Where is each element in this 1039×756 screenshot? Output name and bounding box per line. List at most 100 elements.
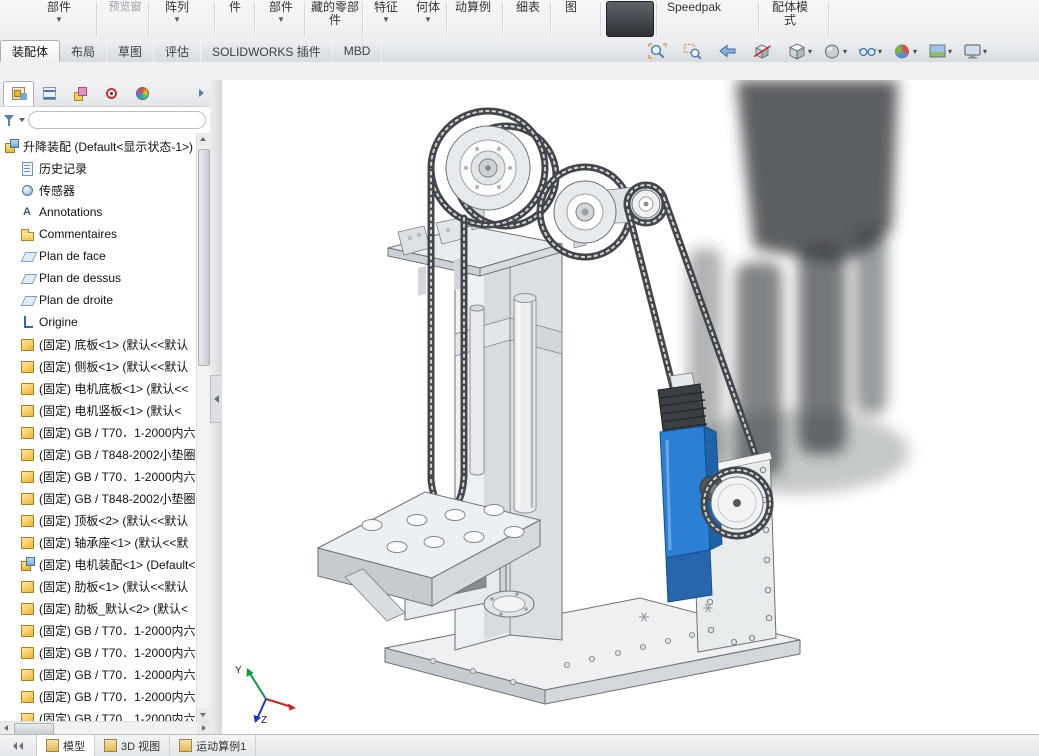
- tree-item[interactable]: (固定) 肋板_默认<2> (默认<: [0, 597, 210, 619]
- tree-item[interactable]: (固定) 电机装配<1> (Default<: [0, 553, 210, 575]
- filter-icon[interactable]: [4, 114, 16, 127]
- tab-displaymanager[interactable]: [127, 81, 158, 106]
- ribbon-button[interactable]: 何体 ▼: [408, 1, 448, 24]
- tab-propertymanager[interactable]: [34, 81, 65, 106]
- tree-item-label: (固定) 顶板<2> (默认<<默认: [39, 512, 188, 529]
- tree-item[interactable]: (固定) 轴承座<1> (默认<<默: [0, 531, 210, 553]
- ribbon-button[interactable]: 预览窗: [102, 1, 148, 15]
- scroll-up-button[interactable]: [197, 133, 209, 146]
- chevron-down-icon: ▼: [366, 15, 406, 24]
- hide-show-items-button[interactable]: ▾: [856, 42, 888, 61]
- tree-item[interactable]: (固定) 底板<1> (默认<<默认: [0, 333, 210, 355]
- tree-item[interactable]: (固定) GB / T70．1-2000内六: [0, 421, 210, 443]
- tree-vertical-scrollbar[interactable]: [196, 133, 210, 721]
- tree-item[interactable]: Origine: [0, 311, 210, 333]
- view-settings-button[interactable]: ▾: [961, 42, 993, 61]
- tree-item[interactable]: 升降装配 (Default<显示状态-1>): [0, 135, 210, 157]
- expand-panel-button[interactable]: [194, 85, 208, 101]
- scroll-left-button[interactable]: [0, 722, 13, 734]
- ribbon-button[interactable]: 动算例: [450, 1, 496, 15]
- statusbar-tab[interactable]: 运动算例1: [170, 735, 256, 756]
- command-tab[interactable]: MBD: [333, 40, 383, 62]
- motion-study-tab-icon: [179, 739, 192, 752]
- statusbar-tab[interactable]: 3D 视图: [95, 735, 170, 756]
- statusbar-tab-label: 3D 视图: [121, 738, 160, 754]
- tree-item[interactable]: Plan de droite: [0, 289, 210, 311]
- filter-input[interactable]: [28, 111, 206, 129]
- display-style-button[interactable]: ▾: [821, 42, 853, 61]
- ribbon-button[interactable]: 件: [220, 1, 250, 15]
- guide-cylinder[interactable]: [514, 294, 536, 514]
- previous-view-button[interactable]: [716, 42, 748, 61]
- command-tab[interactable]: 布局: [60, 40, 107, 62]
- edit-appearance-button[interactable]: ▾: [891, 42, 923, 61]
- part-icon: [20, 711, 35, 722]
- ribbon-button[interactable]: 藏的零部件: [310, 1, 360, 28]
- tree-item[interactable]: 传感器: [0, 179, 210, 201]
- tree-item[interactable]: 历史记录: [0, 157, 210, 179]
- graphics-viewport[interactable]: Y Z: [222, 80, 1039, 735]
- tree-item[interactable]: Annotations: [0, 201, 210, 223]
- tab-featuremanager[interactable]: [3, 81, 34, 106]
- tree-item[interactable]: (固定) GB / T848-2002小垫圈: [0, 443, 210, 465]
- tree-item[interactable]: (固定) GB / T70．1-2000内六: [0, 641, 210, 663]
- tree-item[interactable]: (固定) 肋板<1> (默认<<默认: [0, 575, 210, 597]
- scrollbar-thumb[interactable]: [198, 149, 210, 366]
- ribbon-button-label: 阵列: [154, 1, 200, 14]
- pressed-ribbon-button[interactable]: [606, 1, 654, 37]
- tree-item-label: (固定) 侧板<1> (默认<<默认: [39, 358, 188, 375]
- filter-dropdown-icon[interactable]: [19, 118, 25, 122]
- tree-item[interactable]: (固定) GB / T70．1-2000内六: [0, 663, 210, 685]
- dimxpertmanager-icon: [104, 86, 119, 101]
- ribbon-button[interactable]: Speedpak: [662, 1, 726, 15]
- chevron-down-icon: ▾: [808, 47, 816, 56]
- tree-item[interactable]: Plan de face: [0, 245, 210, 267]
- tree-item[interactable]: Commentaires: [0, 223, 210, 245]
- z-axis-label: Z: [261, 715, 267, 726]
- ribbon-button[interactable]: 特征 ▼: [366, 1, 406, 24]
- tree-item[interactable]: (固定) GB / T70．1-2000内六: [0, 707, 210, 721]
- tree-item[interactable]: (固定) GB / T848-2002小垫圈: [0, 487, 210, 509]
- tree-item[interactable]: Plan de dessus: [0, 267, 210, 289]
- tree-item[interactable]: (固定) GB / T70．1-2000内六: [0, 619, 210, 641]
- drive-pulley[interactable]: [700, 470, 770, 536]
- 3d-assembly-model[interactable]: [222, 80, 1039, 735]
- tree-item[interactable]: (固定) 电机竖板<1> (默认<: [0, 399, 210, 421]
- tree-item-label: (固定) 电机底板<1> (默认<<: [39, 380, 188, 397]
- part-icon: [20, 359, 35, 374]
- apply-scene-button[interactable]: ▾: [926, 42, 958, 61]
- scroll-right-button[interactable]: [197, 722, 210, 734]
- statusbar-tab[interactable]: 模型: [37, 735, 95, 756]
- bottom-flange[interactable]: [484, 591, 534, 617]
- chevron-down-icon: ▾: [983, 47, 991, 56]
- tree-item[interactable]: (固定) 侧板<1> (默认<<默认: [0, 355, 210, 377]
- ribbon-button[interactable]: 配体模式: [770, 1, 810, 28]
- zoom-to-area-button[interactable]: [681, 42, 713, 61]
- ribbon-button[interactable]: 部件 ▼: [258, 1, 304, 24]
- guide-rod[interactable]: [470, 305, 484, 475]
- ribbon-button[interactable]: 图: [556, 1, 586, 15]
- tree-item[interactable]: (固定) 电机底板<1> (默认<<: [0, 377, 210, 399]
- tree-item[interactable]: (固定) GB / T70．1-2000内六: [0, 685, 210, 707]
- command-tab[interactable]: SOLIDWORKS 插件: [201, 40, 333, 62]
- tab-configurationmanager[interactable]: [65, 81, 96, 106]
- scroll-down-button[interactable]: [197, 708, 209, 721]
- section-view-button[interactable]: [751, 42, 783, 61]
- view-orientation-button[interactable]: ▾: [786, 42, 818, 61]
- command-tab[interactable]: 评估: [154, 40, 201, 62]
- tree-item[interactable]: (固定) GB / T70．1-2000内六: [0, 465, 210, 487]
- statusbar-nav-arrows[interactable]: [0, 735, 37, 756]
- tree-item-label: 传感器: [39, 182, 75, 199]
- statusbar-tab-label: 运动算例1: [196, 738, 246, 754]
- tree-item[interactable]: (固定) 顶板<2> (默认<<默认: [0, 509, 210, 531]
- ribbon-button[interactable]: 阵列 ▼: [154, 1, 200, 24]
- ribbon-button[interactable]: 部件 ▼: [36, 1, 82, 24]
- ribbon-button[interactable]: 细表: [508, 1, 548, 15]
- command-tab[interactable]: 装配体: [0, 40, 60, 62]
- zoom-to-fit-button[interactable]: [646, 42, 678, 61]
- configurationmanager-icon: [73, 86, 88, 101]
- tree-horizontal-scrollbar[interactable]: [0, 721, 210, 735]
- sprocket-left[interactable]: [446, 126, 530, 210]
- tab-dimxpertmanager[interactable]: [96, 81, 127, 106]
- command-tab[interactable]: 草图: [107, 40, 154, 62]
